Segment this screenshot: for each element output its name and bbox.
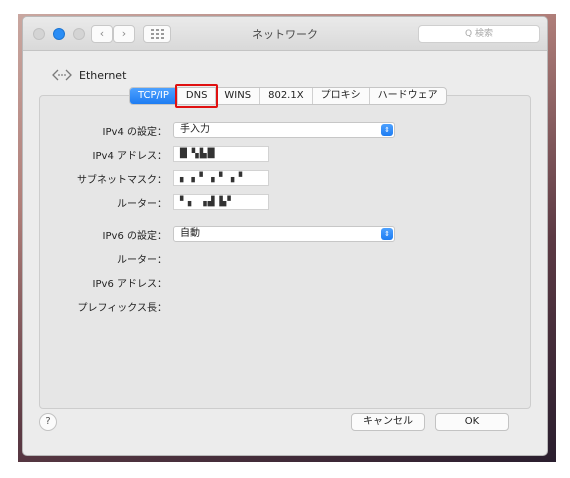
ipv6-address-row: IPv6 アドレス： — [23, 273, 173, 291]
prefix-length-label: プレフィックス長： — [77, 302, 168, 314]
updown-arrows-icon: ⇕ — [381, 228, 393, 240]
tab-wins[interactable]: WINS — [216, 88, 261, 104]
tab-dns[interactable]: DNS — [174, 84, 218, 108]
ipv4-address-field[interactable]: █ ▚▙█ — [173, 146, 269, 162]
tab-proxy[interactable]: プロキシ — [313, 88, 370, 104]
updown-arrows-icon: ⇕ — [381, 124, 393, 136]
ipv6-config-select[interactable]: 自動 ⇕ — [173, 226, 395, 242]
ipv4-address-row: IPv4 アドレス： — [23, 145, 173, 163]
prefix-length-row: プレフィックス長： — [23, 297, 173, 315]
interface-name: Ethernet — [79, 68, 127, 82]
ipv4-config-label: IPv4 の設定： — [102, 126, 167, 138]
router-label: ルーター： — [117, 198, 167, 210]
router-field[interactable]: ▘▖ ▗▟ ▙▘ — [173, 194, 269, 210]
ok-button[interactable]: OK — [435, 413, 509, 431]
interface-header: Ethernet — [51, 67, 126, 83]
title-bar: ‹ › ネットワーク Q 検索 — [23, 17, 547, 51]
subnet-mask-row: サブネットマスク： — [23, 169, 173, 187]
subnet-mask-label: サブネットマスク： — [77, 174, 167, 186]
subnet-mask-field[interactable]: ▖▗▝ ▗▝ ▗▝ — [173, 170, 269, 186]
ipv6-config-row: IPv6 の設定： — [23, 225, 173, 243]
ipv6-config-value: 自動 — [180, 228, 200, 239]
ipv6-config-label: IPv6 の設定： — [102, 230, 167, 242]
ipv4-address-label: IPv4 アドレス： — [92, 150, 167, 162]
ipv4-config-value: 手入力 — [180, 124, 210, 135]
ethernet-arrows-icon — [52, 69, 72, 81]
tab-bar: TCP/IP DNS WINS 802.1X プロキシ ハードウェア — [129, 84, 447, 108]
ipv4-config-row: IPv4 の設定： — [23, 121, 173, 139]
network-preferences-window: ‹ › ネットワーク Q 検索 Ethernet TCP/IP DNS WINS… — [22, 16, 548, 456]
tab-tcpip[interactable]: TCP/IP — [130, 88, 178, 104]
tab-8021x[interactable]: 802.1X — [260, 88, 313, 104]
ipv4-config-select[interactable]: 手入力 ⇕ — [173, 122, 395, 138]
help-button[interactable]: ? — [39, 413, 57, 431]
search-field[interactable]: Q 検索 — [418, 25, 540, 43]
router-row: ルーター： — [23, 193, 173, 211]
tab-hardware[interactable]: ハードウェア — [370, 88, 446, 104]
cancel-button[interactable]: キャンセル — [351, 413, 425, 431]
ipv6-router-row: ルーター： — [23, 249, 173, 267]
ipv6-address-label: IPv6 アドレス： — [92, 278, 167, 290]
ipv6-router-label: ルーター： — [117, 254, 167, 266]
